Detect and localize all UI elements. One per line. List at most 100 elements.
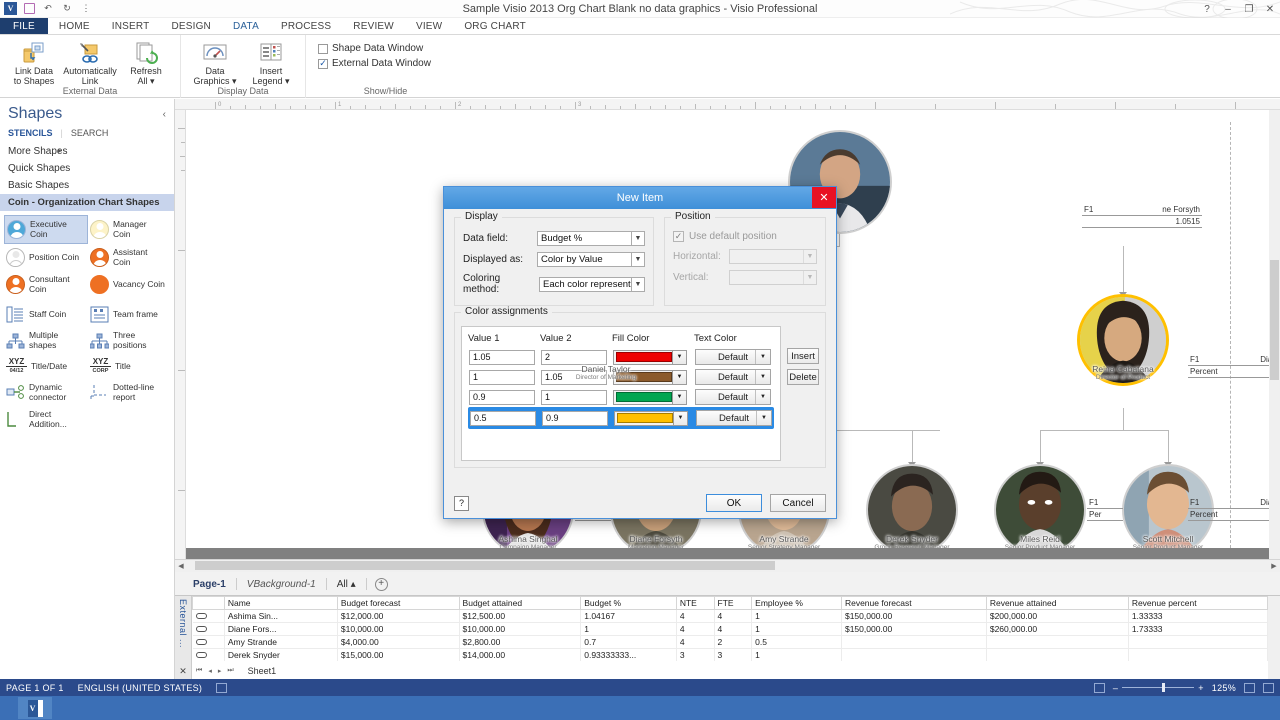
collapse-shapes-panel-icon[interactable]: ‹ bbox=[163, 109, 166, 120]
qat-more-icon[interactable]: ⋮ bbox=[79, 2, 93, 15]
shape-title-date[interactable]: XYZ 04/12 Title/Date bbox=[4, 354, 88, 379]
taskbar-visio-item[interactable]: V bbox=[18, 697, 52, 719]
tab-org-chart[interactable]: ORG CHART bbox=[453, 18, 537, 34]
table-row[interactable]: Amy Strande $4,000.00 $2,800.00 0.7 4 2 0.5 bbox=[192, 635, 1268, 649]
dialog-close-button[interactable]: ✕ bbox=[812, 187, 836, 208]
chevron-down-icon[interactable]: ▼ bbox=[755, 390, 770, 404]
stencil-coin-org-chart-shapes[interactable]: Coin - Organization Chart Shapes bbox=[0, 194, 174, 211]
fill-color-picker[interactable]: ▼ bbox=[614, 410, 688, 426]
help-button[interactable]: ? bbox=[1201, 4, 1213, 15]
stencil-basic-shapes[interactable]: Basic Shapes bbox=[0, 177, 174, 194]
last-record-button[interactable]: ⏭ bbox=[227, 667, 233, 675]
org-node-reina-cabatana[interactable]: Reina Cabatana Director of Product bbox=[1075, 294, 1171, 386]
fill-color-picker[interactable]: ▼ bbox=[613, 349, 687, 365]
scrollbar-thumb[interactable] bbox=[1270, 260, 1279, 380]
chevron-down-icon[interactable]: ▼ bbox=[755, 350, 770, 364]
shapes-subtabs[interactable]: STENCILS | SEARCH bbox=[0, 125, 174, 143]
scrollbar-thumb[interactable] bbox=[195, 561, 775, 570]
org-node-derek-snyder[interactable]: Derek Snyder Group Research Manager bbox=[864, 464, 960, 548]
prev-record-button[interactable]: ◂ bbox=[208, 667, 212, 675]
value-2-input[interactable]: 0.9 bbox=[542, 410, 608, 426]
redo-icon[interactable]: ↻ bbox=[60, 2, 74, 15]
scroll-left-arrow[interactable]: ◀ bbox=[175, 560, 187, 572]
zoom-thumb[interactable] bbox=[1162, 683, 1166, 692]
column-header-budget-attained[interactable]: Budget attained bbox=[458, 596, 582, 610]
close-button[interactable]: ✕ bbox=[1264, 4, 1276, 15]
color-assignment-row[interactable]: 0.9 1 ▼ Default ▼ bbox=[468, 387, 774, 407]
tab-design[interactable]: DESIGN bbox=[160, 18, 222, 34]
insert-legend-button[interactable]: Insert Legend ▾ bbox=[243, 38, 299, 86]
zoom-out-button[interactable]: – bbox=[1113, 683, 1118, 693]
org-node-miles-reid[interactable]: Miles Reid Senior Product Manager bbox=[992, 464, 1088, 548]
stencil-quick-shapes[interactable]: Quick Shapes bbox=[0, 160, 174, 177]
value-1-input[interactable]: 1.05 bbox=[469, 349, 535, 365]
shape-team-frame[interactable]: Team frame bbox=[88, 302, 172, 327]
page-count-label[interactable]: PAGE 1 OF 1 bbox=[6, 683, 64, 693]
next-record-button[interactable]: ▸ bbox=[218, 667, 222, 675]
value-2-input[interactable]: 2 bbox=[541, 349, 607, 365]
data-field-select[interactable]: Budget % ▼ bbox=[537, 231, 645, 246]
value-1-input[interactable]: 0.9 bbox=[469, 389, 535, 405]
data-callout[interactable]: F1 Per bbox=[1087, 497, 1123, 521]
use-default-position-checkbox[interactable]: ✓ Use default position bbox=[673, 231, 817, 242]
language-label[interactable]: ENGLISH (UNITED STATES) bbox=[78, 683, 203, 693]
zoom-level-label[interactable]: 125% bbox=[1212, 683, 1236, 693]
chevron-down-icon[interactable]: ▼ bbox=[673, 411, 687, 425]
page-tab-page-1[interactable]: Page-1 bbox=[183, 579, 236, 590]
shape-staff-coin[interactable]: Staff Coin bbox=[4, 302, 88, 327]
shape-data-window-checkbox[interactable]: Shape Data Window bbox=[312, 41, 423, 56]
quick-access-toolbar[interactable]: V ↶ ↻ ⋮ bbox=[0, 2, 93, 15]
refresh-all-button[interactable]: Refresh All ▾ bbox=[118, 38, 174, 86]
chevron-down-icon[interactable]: ▼ bbox=[672, 370, 686, 384]
table-row[interactable]: Ashima Sin... $12,000.00 $12,500.00 1.04167… bbox=[192, 609, 1268, 623]
fit-window-icon[interactable] bbox=[1263, 682, 1274, 693]
data-callout[interactable]: F1Diane Forsyth Percent1.0515 bbox=[1188, 354, 1271, 378]
value-1-input[interactable]: 1 bbox=[469, 369, 535, 385]
value-2-input[interactable]: 1 bbox=[541, 389, 607, 405]
fill-color-picker[interactable]: ▼ bbox=[613, 389, 687, 405]
tab-search[interactable]: SEARCH bbox=[71, 128, 109, 138]
add-page-button[interactable]: + bbox=[374, 577, 388, 591]
insert-row-button[interactable]: Insert bbox=[787, 348, 819, 364]
undo-icon[interactable]: ↶ bbox=[41, 2, 55, 15]
shape-dynamic-connector[interactable]: Dynamic connector bbox=[4, 379, 88, 406]
page-tabs[interactable]: Page-1 VBackground-1 All ▴ + bbox=[175, 572, 388, 596]
shape-three-positions[interactable]: Three positions bbox=[88, 327, 172, 354]
shape-vacancy-coin[interactable]: Vacancy Coin bbox=[88, 271, 172, 298]
zoom-in-button[interactable]: + bbox=[1198, 683, 1204, 693]
text-color-picker[interactable]: Default ▼ bbox=[695, 369, 771, 385]
canvas-horizontal-scrollbar[interactable]: ◀ ▶ bbox=[175, 560, 1280, 572]
tab-insert[interactable]: INSERT bbox=[101, 18, 161, 34]
text-color-picker[interactable]: Default ▼ bbox=[695, 349, 771, 365]
macro-icon[interactable] bbox=[216, 682, 228, 693]
shape-direct-addition[interactable]: Direct Addition... bbox=[4, 406, 88, 433]
link-data-to-shapes-button[interactable]: Link Data to Shapes bbox=[6, 38, 62, 86]
tab-review[interactable]: REVIEW bbox=[342, 18, 405, 34]
scroll-right-arrow[interactable]: ▶ bbox=[1268, 560, 1280, 572]
external-data-window-checkbox[interactable]: ✓ External Data Window bbox=[312, 56, 431, 71]
fit-page-icon[interactable] bbox=[1244, 682, 1255, 693]
sheet-tab-sheet1[interactable]: Sheet1 bbox=[248, 666, 277, 676]
delete-row-button[interactable]: Delete bbox=[787, 369, 819, 385]
tab-file[interactable]: FILE bbox=[0, 18, 48, 34]
chevron-down-icon[interactable]: ▼ bbox=[755, 370, 770, 384]
tab-view[interactable]: VIEW bbox=[405, 18, 453, 34]
external-data-vertical-scrollbar[interactable] bbox=[1268, 596, 1280, 680]
sheet-navigation-bar[interactable]: ⏮ ◂ ▸ ⏭ Sheet1 bbox=[192, 663, 276, 679]
chevron-down-icon[interactable]: ▼ bbox=[756, 411, 771, 425]
column-header-fte[interactable]: FTE bbox=[713, 596, 753, 610]
text-color-picker[interactable]: Default ▼ bbox=[696, 410, 772, 426]
chevron-down-icon[interactable]: ▼ bbox=[672, 350, 686, 364]
color-assignments-grid[interactable]: Value 1 Value 2 Fill Color Text Color 1.… bbox=[461, 326, 781, 461]
column-header[interactable] bbox=[192, 596, 225, 610]
shape-assistant-coin[interactable]: Assistant Coin bbox=[88, 244, 172, 271]
external-data-tab[interactable]: External ... ✕ bbox=[175, 596, 192, 680]
column-header-revenue-percent[interactable]: Revenue percent bbox=[1127, 596, 1268, 610]
shape-executive-coin[interactable]: Executive Coin bbox=[4, 215, 88, 244]
page-tab-all[interactable]: All ▴ bbox=[327, 579, 366, 590]
column-header-employee-percent[interactable]: Employee % bbox=[751, 596, 842, 610]
data-graphics-button[interactable]: Data Graphics ▾ bbox=[187, 38, 243, 86]
restore-button[interactable]: ❐ bbox=[1243, 4, 1255, 15]
shape-position-coin[interactable]: Position Coin bbox=[4, 244, 88, 271]
stencil-more-shapes[interactable]: More Shapes ▸ bbox=[0, 143, 174, 160]
